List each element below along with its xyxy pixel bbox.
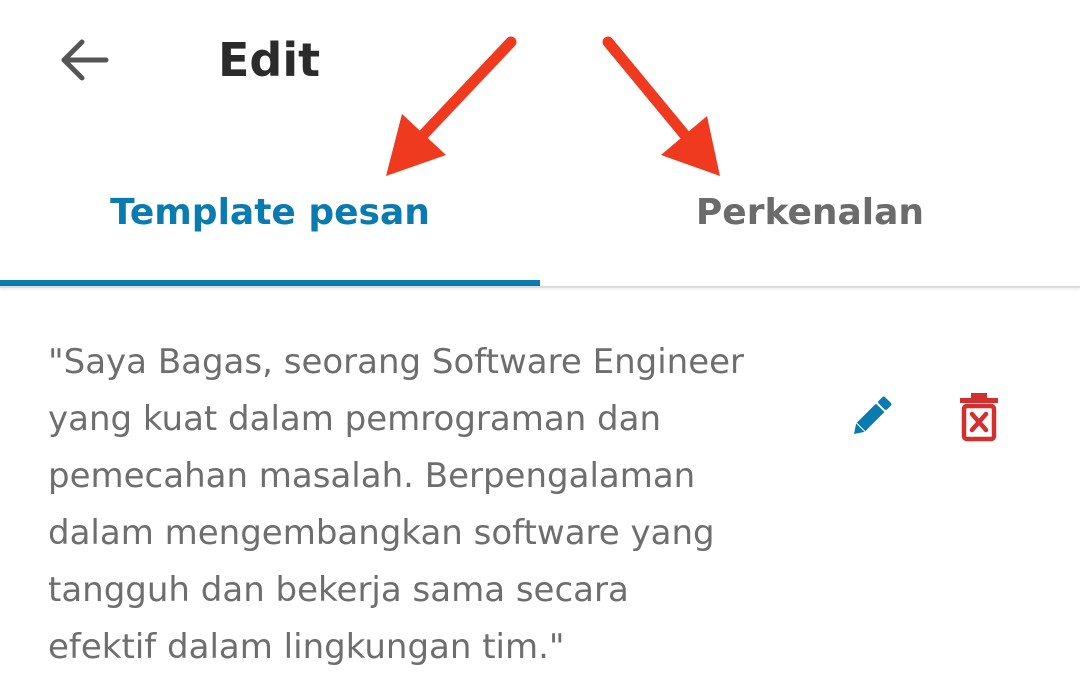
template-text: "Saya Bagas, seorang Software Engineer y… bbox=[48, 342, 745, 667]
template-item: "Saya Bagas, seorang Software Engineer y… bbox=[0, 330, 1080, 684]
trash-icon bbox=[960, 393, 998, 442]
delete-button[interactable] bbox=[948, 386, 1010, 448]
tab-perkenalan[interactable]: Perkenalan bbox=[540, 150, 1080, 284]
tabs-divider bbox=[0, 286, 1080, 288]
page-title: Edit bbox=[218, 33, 321, 87]
pencil-icon bbox=[854, 396, 892, 434]
tab-bar: Template pesan Perkenalan bbox=[0, 150, 1080, 287]
tab-perkenalan-label: Perkenalan bbox=[695, 191, 925, 233]
back-button[interactable] bbox=[52, 28, 116, 92]
tab-template-pesan-label: Template pesan bbox=[110, 191, 430, 233]
edit-button[interactable] bbox=[840, 386, 902, 448]
arrow-left-icon bbox=[61, 39, 109, 81]
tab-template-pesan[interactable]: Template pesan bbox=[0, 150, 540, 284]
app-bar: Edit bbox=[0, 0, 1080, 120]
